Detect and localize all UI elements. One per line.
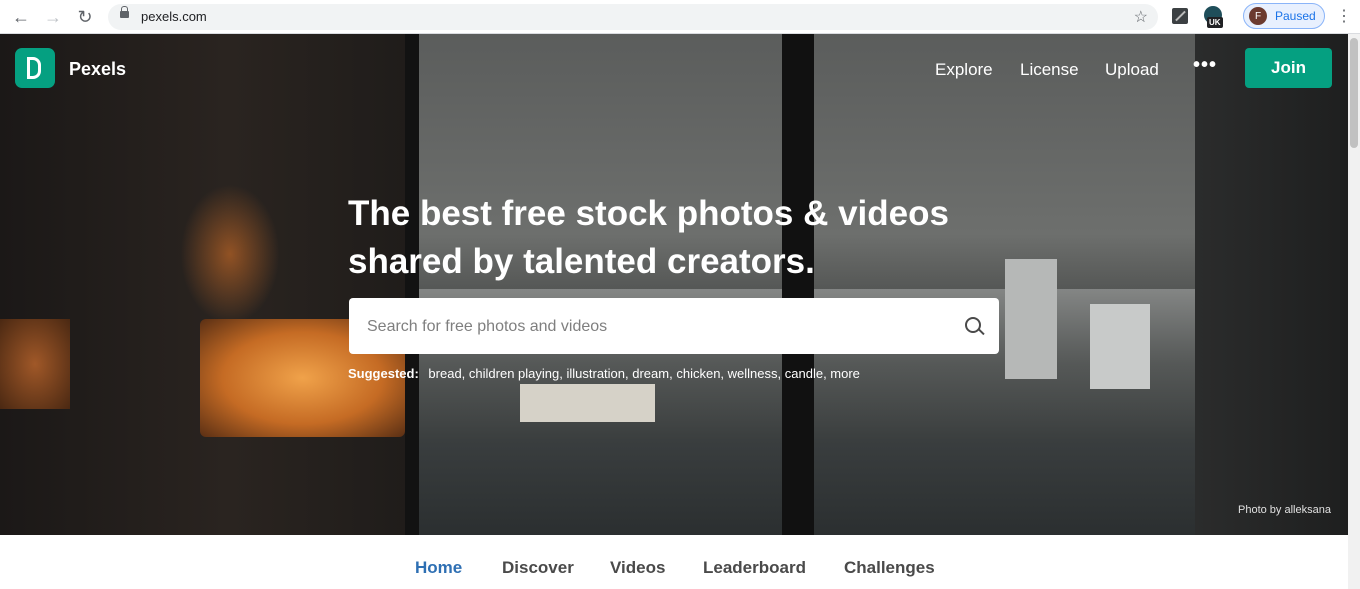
suggestion-link[interactable]: candle [785,366,823,381]
building-shape [520,384,655,422]
browser-toolbar: ← → ↻ pexels.com ☆ UK F Paused ⋮ [0,0,1360,34]
search-icon[interactable] [965,317,981,333]
suggestion-more-link[interactable]: more [830,366,860,381]
tab-home[interactable]: Home [415,558,462,578]
nav-license[interactable]: License [1020,60,1079,80]
hero-section: Pexels Explore License Upload ••• Join T… [0,34,1348,535]
suggestion-link[interactable]: illustration [566,366,625,381]
browser-menu-icon[interactable]: ⋮ [1336,6,1352,26]
suggestion-link[interactable]: chicken [676,366,720,381]
photo-credit[interactable]: Photo by alleksana [1238,504,1331,516]
search-box [349,298,999,356]
profile-status: Paused [1275,9,1316,23]
tab-videos[interactable]: Videos [610,558,665,578]
logo-p-icon [27,57,41,79]
hero-background-right [1195,34,1348,535]
headline-line-1: The best free stock photos & videos [348,194,949,233]
suggested-label: Suggested: [348,366,419,381]
extension-icon[interactable] [1172,8,1188,24]
avatar: F [1249,7,1267,25]
nav-explore[interactable]: Explore [935,60,993,80]
profile-button[interactable]: F Paused [1243,3,1325,29]
tab-discover[interactable]: Discover [502,558,574,578]
forward-icon[interactable]: → [41,5,65,29]
page-scrollbar[interactable] [1348,34,1360,589]
url-text[interactable]: pexels.com [141,9,207,24]
bookmark-star-icon[interactable]: ☆ [1134,7,1148,27]
address-bar[interactable]: pexels.com ☆ [108,4,1158,30]
join-button[interactable]: Join [1245,48,1332,88]
more-icon[interactable]: ••• [1193,54,1217,77]
suggested-searches: Suggested: bread, children playing, illu… [348,366,860,381]
suggestion-link[interactable]: wellness [728,366,778,381]
page-title: The best free stock photos & videos shar… [348,190,1048,286]
search-input[interactable] [365,298,949,356]
section-tabs: Home Discover Videos Leaderboard Challen… [0,535,1348,589]
tab-challenges[interactable]: Challenges [844,558,935,578]
tower-shape [1090,304,1150,389]
reload-icon[interactable]: ↻ [73,5,97,29]
suggestion-link[interactable]: bread [428,366,461,381]
suggestion-link[interactable]: children playing [469,366,559,381]
tab-leaderboard[interactable]: Leaderboard [703,558,806,578]
lock-icon [120,6,129,18]
suggestion-link[interactable]: dream [632,366,669,381]
nav-upload[interactable]: Upload [1105,60,1159,80]
pexels-logo[interactable] [15,48,55,88]
headline-line-2: shared by talented creators. [348,242,815,281]
lamp-glow [180,184,280,324]
scrollbar-thumb[interactable] [1350,38,1358,148]
lamp-image-left [0,319,70,409]
brand-name[interactable]: Pexels [69,59,126,80]
extension-badge: UK [1207,17,1223,28]
back-icon[interactable]: ← [9,5,33,29]
